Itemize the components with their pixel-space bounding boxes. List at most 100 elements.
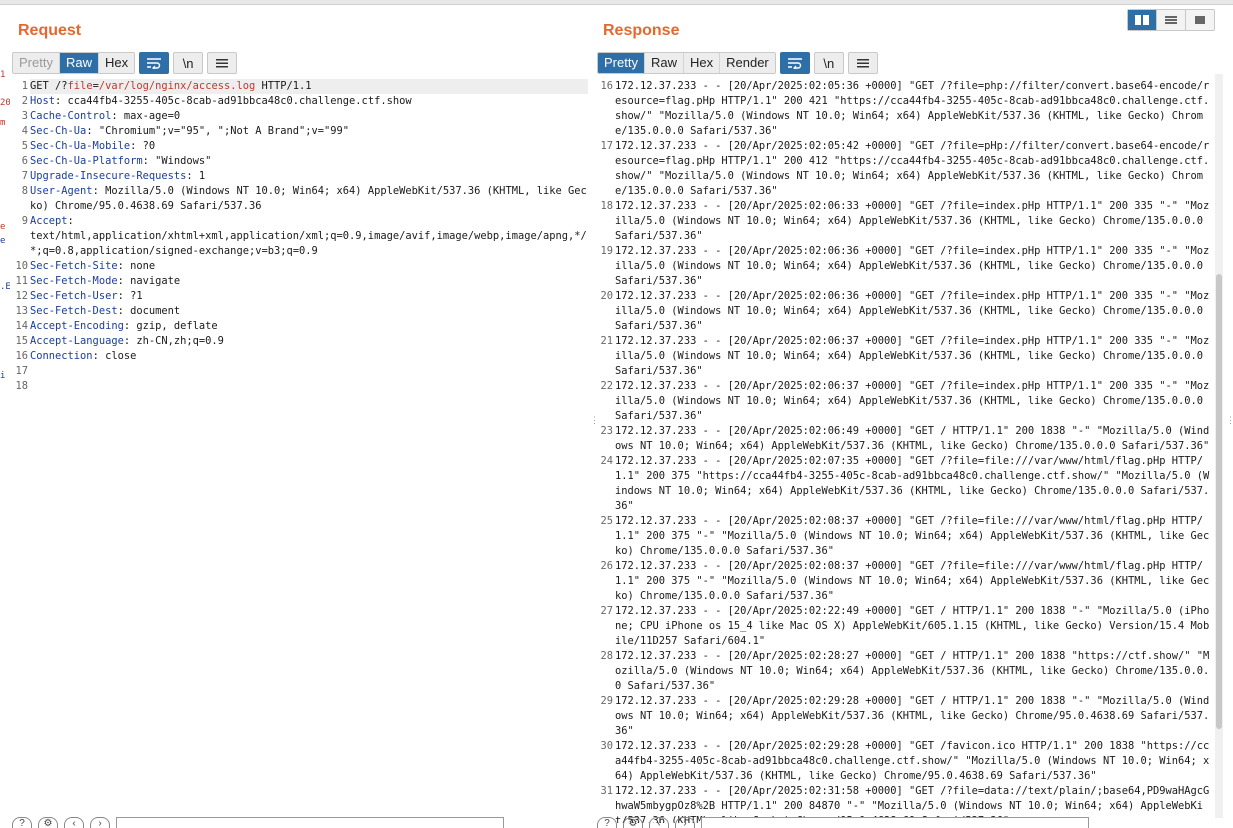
response-line[interactable]: 29 172.12.37.233 - - [20/Apr/2025:02:29:2… xyxy=(597,694,1212,739)
request-line[interactable]: 11 Sec-Fetch-Mode: navigate xyxy=(12,274,588,289)
request-line[interactable]: 2 Host: cca44fb4-3255-405c-8cab-ad91bbca4… xyxy=(12,94,588,109)
gear-icon[interactable]: ⚙ xyxy=(623,817,643,828)
response-line-text: 172.12.37.233 - - [20/Apr/2025:02:08:37 … xyxy=(615,515,1210,557)
request-tab-hex[interactable]: Hex xyxy=(98,53,135,73)
request-line-text: Upgrade-Insecure-Requests: 1 xyxy=(30,169,588,184)
text-token: : 1 xyxy=(186,170,206,182)
header-key: Sec-Ch-Ua xyxy=(30,125,87,137)
line-number: 18 xyxy=(600,200,613,212)
response-search-input[interactable] xyxy=(701,817,1089,828)
response-line[interactable]: 26 172.12.37.233 - - [20/Apr/2025:02:08:3… xyxy=(597,559,1212,604)
line-number: 17 xyxy=(15,365,28,377)
header-key: Sec-Ch-Ua-Mobile xyxy=(30,140,131,152)
request-line[interactable]: 3 Cache-Control: max-age=0 xyxy=(12,109,588,124)
request-line[interactable]: 15 Accept-Language: zh-CN,zh;q=0.9 xyxy=(12,334,588,349)
request-search-input[interactable] xyxy=(116,817,504,828)
response-search-bar: ? ⚙ ‹ › xyxy=(597,817,1089,828)
response-line[interactable]: 25 172.12.37.233 - - [20/Apr/2025:02:08:3… xyxy=(597,514,1212,559)
request-line[interactable]: 13 Sec-Fetch-Dest: document xyxy=(12,304,588,319)
line-number: 17 xyxy=(600,140,613,152)
hamburger-menu-icon[interactable] xyxy=(847,52,878,74)
request-line[interactable]: 1 GET /?file=/var/log/nginx/access.log HT… xyxy=(12,79,588,94)
request-line[interactable]: 6 Sec-Ch-Ua-Platform: "Windows" xyxy=(12,154,588,169)
line-number: 16 xyxy=(600,80,613,92)
request-line[interactable]: 8 User-Agent: Mozilla/5.0 (Windows NT 10.… xyxy=(12,184,588,214)
text-token: : document xyxy=(117,305,181,317)
gear-icon[interactable]: ⚙ xyxy=(38,817,58,828)
line-number: 1 xyxy=(21,80,28,92)
header-key: Cache-Control xyxy=(30,110,112,122)
next-match-icon[interactable]: › xyxy=(90,817,110,828)
word-wrap-icon[interactable] xyxy=(779,52,810,74)
request-line-text: Sec-Ch-Ua-Platform: "Windows" xyxy=(30,154,588,169)
request-title: Request xyxy=(18,22,82,39)
response-line[interactable]: 17 172.12.37.233 - - [20/Apr/2025:02:05:4… xyxy=(597,139,1212,199)
show-newlines-button[interactable]: \n xyxy=(173,52,204,74)
response-line[interactable]: 18 172.12.37.233 - - [20/Apr/2025:02:06:3… xyxy=(597,199,1212,244)
request-line[interactable]: 4 Sec-Ch-Ua: "Chromium";v="95", ";Not A B… xyxy=(12,124,588,139)
response-tab-render[interactable]: Render xyxy=(720,53,775,73)
response-line[interactable]: 21 172.12.37.233 - - [20/Apr/2025:02:06:3… xyxy=(597,334,1212,379)
response-line-text: 172.12.37.233 - - [20/Apr/2025:02:29:28 … xyxy=(615,740,1210,782)
line-number: 14 xyxy=(15,320,28,332)
request-line[interactable]: 5 Sec-Ch-Ua-Mobile: ?0 xyxy=(12,139,588,154)
response-editor[interactable]: 16 172.12.37.233 - - [20/Apr/2025:02:05:3… xyxy=(597,79,1212,823)
response-line[interactable]: 28 172.12.37.233 - - [20/Apr/2025:02:28:2… xyxy=(597,649,1212,694)
header-key: Accept-Language xyxy=(30,335,124,347)
response-scrollbar[interactable] xyxy=(1215,74,1223,818)
request-line[interactable]: 17 xyxy=(12,364,588,379)
request-line-text: Sec-Fetch-Site: none xyxy=(30,259,588,274)
request-line-text: Cache-Control: max-age=0 xyxy=(30,109,588,124)
text-token: : none xyxy=(117,260,156,272)
line-number: 23 xyxy=(600,425,613,437)
line-number: 27 xyxy=(600,605,613,617)
line-number: 29 xyxy=(600,695,613,707)
response-line[interactable]: 24 172.12.37.233 - - [20/Apr/2025:02:07:3… xyxy=(597,454,1212,514)
text-token: : ?1 xyxy=(117,290,143,302)
response-tab-pretty[interactable]: Pretty xyxy=(598,53,645,73)
help-icon[interactable]: ? xyxy=(597,817,617,828)
response-line-text: 172.12.37.233 - - [20/Apr/2025:02:05:36 … xyxy=(615,80,1210,137)
param-token: file xyxy=(67,80,93,92)
request-editor[interactable]: 1 GET /?file=/var/log/nginx/access.log HT… xyxy=(12,79,588,823)
request-line[interactable]: 12 Sec-Fetch-User: ?1 xyxy=(12,289,588,304)
request-line[interactable]: 9 Accept: text/html,application/xhtml+xml… xyxy=(12,214,588,259)
header-key: Connection xyxy=(30,350,93,362)
request-line[interactable]: 10 Sec-Fetch-Site: none xyxy=(12,259,588,274)
response-line[interactable]: 22 172.12.37.233 - - [20/Apr/2025:02:06:3… xyxy=(597,379,1212,424)
line-number: 18 xyxy=(15,380,28,392)
request-tab-pretty[interactable]: Pretty xyxy=(13,53,60,73)
line-number: 7 xyxy=(21,170,28,182)
response-line[interactable]: 30 172.12.37.233 - - [20/Apr/2025:02:29:2… xyxy=(597,739,1212,784)
line-number: 24 xyxy=(600,455,613,467)
request-tab-raw[interactable]: Raw xyxy=(59,53,99,73)
line-number: 15 xyxy=(15,335,28,347)
response-tab-raw[interactable]: Raw xyxy=(644,53,684,73)
response-line[interactable]: 19 172.12.37.233 - - [20/Apr/2025:02:06:3… xyxy=(597,244,1212,289)
request-line[interactable]: 7 Upgrade-Insecure-Requests: 1 xyxy=(12,169,588,184)
response-tab-hex[interactable]: Hex xyxy=(683,53,721,73)
previous-match-icon[interactable]: ‹ xyxy=(649,817,669,828)
line-number: 19 xyxy=(600,245,613,257)
hamburger-menu-icon[interactable] xyxy=(207,52,238,74)
word-wrap-icon[interactable] xyxy=(139,52,170,74)
request-line-text: Connection: close xyxy=(30,349,588,364)
help-icon[interactable]: ? xyxy=(12,817,32,828)
request-line[interactable]: 14 Accept-Encoding: gzip, deflate xyxy=(12,319,588,334)
pane-divider-handle[interactable]: ⋮ xyxy=(590,416,599,434)
response-scrollbar-thumb[interactable] xyxy=(1216,274,1222,729)
response-line-text: 172.12.37.233 - - [20/Apr/2025:02:29:28 … xyxy=(615,695,1210,737)
request-line-text: Host: cca44fb4-3255-405c-8cab-ad91bbca48… xyxy=(30,94,588,109)
next-match-icon[interactable]: › xyxy=(675,817,695,828)
show-newlines-button[interactable]: \n xyxy=(813,52,844,74)
response-line[interactable]: 16 172.12.37.233 - - [20/Apr/2025:02:05:3… xyxy=(597,79,1212,139)
response-line-text: 172.12.37.233 - - [20/Apr/2025:02:06:37 … xyxy=(615,380,1210,422)
response-line[interactable]: 20 172.12.37.233 - - [20/Apr/2025:02:06:3… xyxy=(597,289,1212,334)
right-edge-handle[interactable]: ⋮ xyxy=(1226,416,1233,434)
response-line[interactable]: 23 172.12.37.233 - - [20/Apr/2025:02:06:4… xyxy=(597,424,1212,454)
request-line[interactable]: 16 Connection: close xyxy=(12,349,588,364)
response-line[interactable]: 27 172.12.37.233 - - [20/Apr/2025:02:22:4… xyxy=(597,604,1212,649)
previous-match-icon[interactable]: ‹ xyxy=(64,817,84,828)
request-line[interactable]: 18 xyxy=(12,379,588,394)
param-token: /var/log/nginx/access.log xyxy=(98,80,256,92)
